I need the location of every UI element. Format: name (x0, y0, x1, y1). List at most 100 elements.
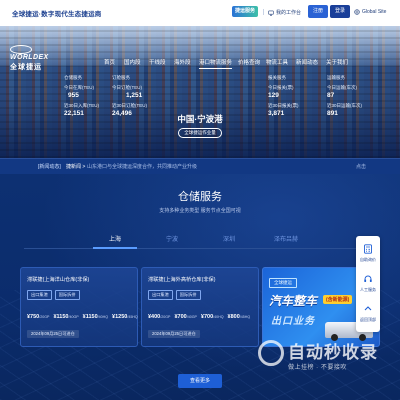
top-bar: 全球捷运·数字现代生态捷运商 捷运服务 我的工作台 注册 登录 Global S… (0, 0, 400, 26)
site-slogan: 全球捷运·数字现代生态捷运商 (12, 11, 102, 18)
ad-subheadline: 出口业务 (271, 316, 315, 327)
workbench-link[interactable]: 我的工作台 (268, 9, 301, 16)
price-unit: /40HQ (213, 315, 224, 319)
global-site-link[interactable]: Global Site (354, 9, 386, 15)
price-45hq: ¥800/45HQ (228, 314, 251, 320)
stat-label: 近30日报关(票) (268, 103, 299, 108)
price-40gp: ¥700/40GP (174, 314, 196, 320)
stat-label: 近30日运输(车次) (327, 103, 363, 108)
warehouse-card[interactable]: 滞联捷(上海外高桥仓库(非保) 出口集港 国际拆拼 ¥400/20GP ¥700… (141, 267, 259, 347)
stat-label: 今日运输(车次) (327, 85, 357, 90)
section-title: 仓储服务 (178, 191, 222, 203)
price-value: ¥700 (200, 314, 214, 320)
price-20gp: ¥750/20GP (27, 314, 49, 320)
hero-port-title: 中国·宁波港 (177, 114, 223, 124)
price-20gp: ¥400/20GP (148, 314, 170, 320)
nav-item-trunk[interactable]: 干线段 (149, 58, 166, 66)
ad-badge: (含新能源) (323, 295, 353, 304)
stat-label: 近30日入库(TEU) (64, 103, 100, 108)
stat-value: 3,871 (268, 110, 285, 117)
view-more-button[interactable]: 查看更多 (178, 374, 222, 388)
main-nav: 首页 国内段 干线段 海外段 港口物流服务 价格查询 物流工具 新闻动态 关于我… (0, 58, 400, 70)
stat-title: 订舱服务 (112, 75, 130, 80)
price-unit: /40GP (68, 315, 79, 319)
card-tag: 出口集港 (148, 290, 173, 300)
price-40hq: ¥700/40HQ (201, 314, 224, 320)
divider (263, 9, 264, 15)
service-badge[interactable]: 捷运服务 (232, 6, 258, 17)
price-value: ¥750 (27, 314, 40, 320)
tab-shenzhen[interactable]: 深圳 (199, 234, 259, 243)
price-value: ¥400 (148, 314, 161, 320)
card-tags: 出口集港 国际拆拼 (148, 290, 201, 300)
hero-banner: WORLDEX 全球捷运 首页 国内段 干线段 海外段 港口物流服务 价格查询 … (0, 26, 400, 158)
price-value: ¥700 (174, 314, 187, 320)
register-button[interactable]: 注册 (308, 5, 329, 18)
global-site-label: Global Site (362, 9, 387, 15)
tab-zeebrugge[interactable]: 泽布吕赫 (256, 234, 316, 243)
nav-item-overseas[interactable]: 海外段 (174, 58, 191, 66)
stat-value: 22,151 (64, 110, 84, 117)
nav-item-domestic[interactable]: 国内段 (124, 58, 141, 66)
ticker-tag: [新闻动态] (38, 164, 61, 170)
agent-button[interactable]: 人工服务 (356, 274, 380, 293)
login-button[interactable]: 登录 (330, 5, 351, 18)
tab-active-indicator (93, 247, 137, 249)
nav-item-port-logistics[interactable]: 港口物流服务 (199, 58, 233, 69)
monitor-icon (268, 10, 274, 16)
ad-headline: 汽车整车 (269, 294, 318, 308)
nav-item-price[interactable]: 价格查询 (238, 58, 260, 66)
globe-icon (354, 9, 360, 15)
price-unit: /20GP (39, 315, 50, 319)
price-unit: /20GP (160, 315, 171, 319)
price-unit: /45HQ (239, 315, 251, 319)
card-tag: 国际拆拼 (175, 290, 201, 300)
stat-value: 891 (327, 110, 338, 117)
price-40hq: ¥1150/40HQ (83, 314, 108, 320)
stat-value: 955 (68, 92, 79, 99)
card-date: 2024年09月25日可进仓 (27, 330, 79, 338)
price-value: ¥1150 (82, 314, 98, 320)
stat-label: 今日报关(票) (268, 85, 294, 90)
hero-center-title: 中国·宁波港 全球捷运作业量 (150, 113, 250, 138)
stat-label: 今日订舱(TEU) (112, 85, 142, 90)
quote-button[interactable]: 自助询价 (356, 244, 380, 263)
floating-service-bar: 自助询价 人工服务 返回顶部 (356, 236, 380, 332)
back-to-top-button[interactable]: 返回顶部 (356, 304, 380, 323)
arrow-up-icon (364, 306, 372, 311)
stat-block-booking: 订舱服务 今日订舱(TEU) 1,251 近30日订舱(TEU) 24,496 (112, 75, 147, 121)
stat-value: 129 (268, 92, 279, 99)
agent-label: 人工服务 (360, 287, 376, 292)
calculator-icon (364, 244, 372, 254)
news-ticker: [新闻动态] 捷新闻 > · 山东港口与全球捷运深度合作，共同推动产业升级 点击 (0, 158, 400, 174)
price-value: ¥1150 (53, 314, 69, 320)
stat-block-transport: 运输服务 今日运输(车次) 87 近30日运输(车次) 891 (327, 75, 362, 121)
hero-port-subtitle: 全球捷运作业量 (178, 128, 222, 138)
ticker-text[interactable]: · 山东港口与全球捷运深度合作，共同推动产业升级 (84, 163, 197, 170)
card-tag: 出口集港 (27, 290, 52, 300)
workbench-label: 我的工作台 (276, 10, 302, 16)
stat-title: 运输服务 (327, 75, 345, 80)
ticker-more-link[interactable]: 点击 (356, 163, 366, 170)
price-value: ¥1250 (112, 314, 128, 320)
price-45hq: ¥1250/45HQ (112, 314, 138, 320)
tab-ningbo[interactable]: 宁波 (142, 234, 202, 243)
nav-item-home[interactable]: 首页 (104, 58, 115, 66)
stat-block-warehouse: 仓储服务 今日在库(TEU) 955 近30日入库(TEU) 22,151 (64, 75, 99, 121)
stat-label: 近30日订舱(TEU) (112, 103, 148, 108)
ticker-category-link[interactable]: 捷新闻 > (66, 163, 85, 170)
stat-value: 87 (327, 92, 335, 99)
logo-ring-icon (10, 45, 32, 54)
stat-block-customs: 报关服务 今日报关(票) 129 近30日报关(票) 3,871 (268, 75, 299, 121)
price-40gp: ¥1150/40GP (53, 314, 78, 320)
price-unit: /45HQ (127, 315, 138, 319)
nav-item-news[interactable]: 新闻动态 (296, 58, 318, 66)
card-prices: ¥750/20GP ¥1150/40GP ¥1150/40HQ ¥1250/45… (27, 314, 138, 320)
stat-title: 报关服务 (268, 75, 286, 80)
watermark-subtext: 做上挂榜 · 不要接吹 (288, 365, 347, 371)
nav-item-about[interactable]: 关于我们 (326, 58, 348, 66)
warehouse-card[interactable]: 滞联捷(上海洋山仓库(非保) 出口集港 国际拆拼 ¥750/20GP ¥1150… (20, 267, 138, 347)
nav-item-tools[interactable]: 物流工具 (266, 58, 288, 66)
card-tag: 国际拆拼 (54, 290, 80, 300)
tab-shanghai[interactable]: 上海 (85, 234, 145, 243)
